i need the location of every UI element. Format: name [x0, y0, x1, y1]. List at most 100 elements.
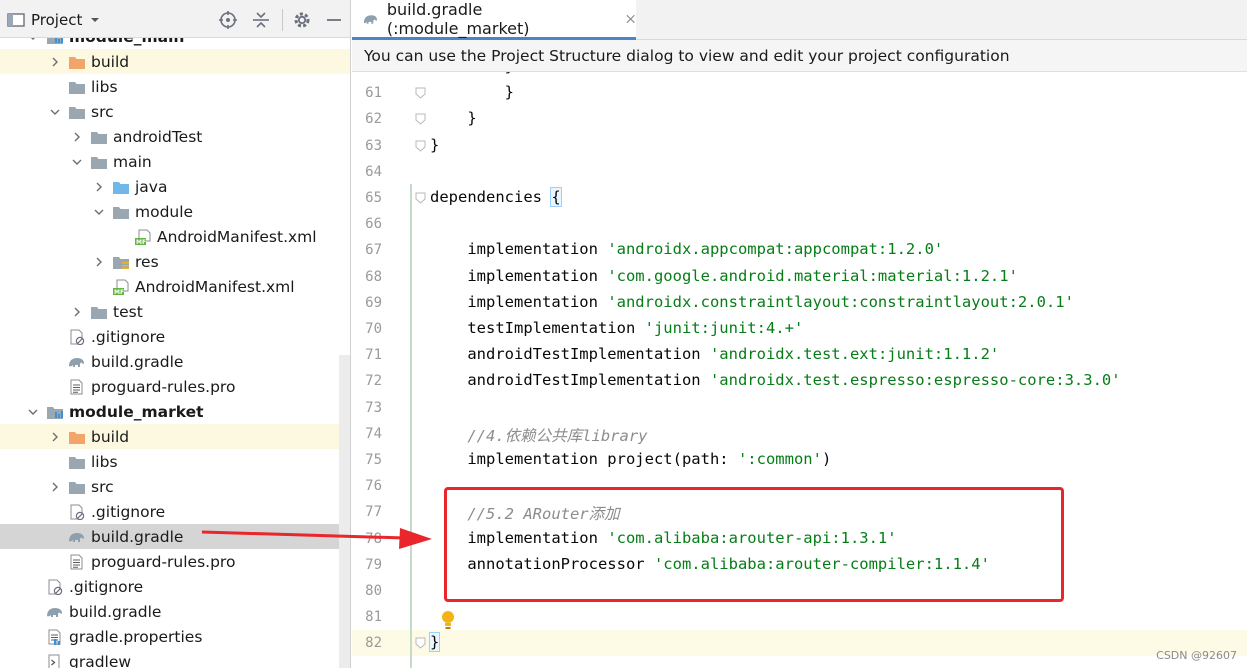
tree-node[interactable]: module	[0, 199, 350, 224]
code-line[interactable]: 69 implementation 'androidx.constraintla…	[352, 290, 1247, 316]
minimize-icon[interactable]	[324, 10, 344, 30]
tree-node[interactable]: MF AndroidManifest.xml	[0, 274, 350, 299]
tree-node[interactable]: .gitignore	[0, 574, 350, 599]
code-line[interactable]: 73	[352, 395, 1247, 421]
code-text: }	[430, 83, 514, 101]
chevron-right-icon[interactable]	[70, 130, 84, 144]
code-line[interactable]: 67 implementation 'androidx.appcompat:ap…	[352, 237, 1247, 263]
folder-icon	[69, 456, 85, 469]
tree-node[interactable]: build	[0, 424, 350, 449]
tree-node[interactable]: .gitignore	[0, 499, 350, 524]
tree-node[interactable]: MF AndroidManifest.xml	[0, 224, 350, 249]
tree-node-label: main	[113, 152, 152, 171]
tree-node[interactable]: libs	[0, 449, 350, 474]
gradle-file-icon	[69, 357, 84, 367]
chevron-right-icon[interactable]	[48, 480, 62, 494]
code-line[interactable]: }	[352, 72, 1247, 80]
code-line[interactable]: 63}	[352, 133, 1247, 159]
close-icon[interactable]	[625, 13, 636, 25]
tree-node-label: libs	[91, 77, 118, 96]
tree-node[interactable]: proguard-rules.pro	[0, 374, 350, 399]
code-line[interactable]: 65 dependencies {	[352, 185, 1247, 211]
code-line[interactable]: 82}	[352, 630, 1247, 657]
tree-node[interactable]: build.gradle	[0, 524, 350, 549]
tree-node[interactable]: proguard-rules.pro	[0, 549, 350, 574]
tree-node[interactable]: gradle.properties	[0, 624, 350, 649]
code-token: }	[430, 72, 514, 75]
tree-node[interactable]: java	[0, 174, 350, 199]
chevron-right-icon[interactable]	[92, 255, 106, 269]
tree-node[interactable]: src	[0, 474, 350, 499]
code-line[interactable]: 78 implementation 'com.alibaba:arouter-a…	[352, 526, 1247, 552]
project-view-selector[interactable]: Project	[7, 10, 100, 30]
code-line[interactable]: 66	[352, 211, 1247, 237]
code-text: implementation project(path: ':common')	[430, 450, 831, 468]
code-line[interactable]: 80	[352, 578, 1247, 604]
tree-node[interactable]: gradlew	[0, 649, 350, 668]
tree-node[interactable]: build	[0, 49, 350, 74]
code-text: implementation 'androidx.constraintlayou…	[430, 293, 1074, 311]
code-line[interactable]: 70 testImplementation 'junit:junit:4.+'	[352, 316, 1247, 342]
text-file-icon	[70, 379, 83, 394]
tree-node[interactable]: .gitignore	[0, 324, 350, 349]
tree-node[interactable]: main	[0, 149, 350, 174]
code-line[interactable]: 77 //5.2 ARouter添加	[352, 499, 1247, 525]
collapse-all-icon[interactable]	[251, 10, 271, 30]
tree-node[interactable]: libs	[0, 74, 350, 99]
code-line[interactable]: 81	[352, 604, 1247, 630]
code-line[interactable]: 68 implementation 'com.google.android.ma…	[352, 264, 1247, 290]
line-number: 82	[365, 635, 382, 652]
tree-node-label: proguard-rules.pro	[91, 377, 236, 396]
chevron-right-icon[interactable]	[92, 180, 106, 194]
tree-node[interactable]: src	[0, 99, 350, 124]
chevron-right-icon[interactable]	[70, 305, 84, 319]
string-literal: 'com.alibaba:arouter-api:1.3.1'	[607, 528, 897, 547]
tab-build-gradle-module-market[interactable]: build.gradle (:module_market)	[352, 0, 636, 40]
code-comment: //5.2 ARouter添加	[430, 505, 620, 524]
fold-marker-icon[interactable]	[415, 637, 426, 650]
chevron-down-icon[interactable]	[26, 405, 40, 419]
fold-marker-icon[interactable]	[415, 113, 426, 126]
chevron-down-icon[interactable]	[48, 105, 62, 119]
locate-target-icon[interactable]	[218, 10, 238, 30]
tree-node[interactable]: build.gradle	[0, 349, 350, 374]
code-line[interactable]: 72 androidTestImplementation 'androidx.t…	[352, 368, 1247, 394]
tree-node[interactable]: module_market	[0, 399, 350, 424]
chevron-right-icon[interactable]	[48, 55, 62, 69]
tree-node[interactable]: test	[0, 299, 350, 324]
chevron-down-icon[interactable]	[92, 205, 106, 219]
tree-node-label: src	[91, 102, 114, 121]
code-line[interactable]: 64	[352, 159, 1247, 185]
line-number: 76	[365, 478, 382, 495]
tree-node-label: build	[91, 427, 130, 446]
code-text: androidTestImplementation 'androidx.test…	[430, 371, 1120, 389]
line-number: 79	[365, 556, 382, 573]
string-literal: 'androidx.appcompat:appcompat:1.2.0'	[607, 240, 944, 259]
tree-node-label: gradle.properties	[69, 627, 203, 646]
code-line[interactable]: 79 annotationProcessor 'com.alibaba:arou…	[352, 552, 1247, 578]
code-line[interactable]: 76	[352, 473, 1247, 499]
resource-folder-icon	[113, 256, 129, 269]
tree-node[interactable]: androidTest	[0, 124, 350, 149]
code-token: implementation	[430, 240, 608, 259]
tree-node[interactable]: res	[0, 249, 350, 274]
fold-marker-icon[interactable]	[415, 87, 426, 99]
code-editor[interactable]: }61 }62 }63}6465dependencies {6667 imple…	[352, 72, 1247, 668]
code-line[interactable]: 75 implementation project(path: ':common…	[352, 447, 1247, 473]
fold-marker-icon[interactable]	[415, 192, 426, 204]
chevron-down-icon[interactable]	[70, 155, 84, 169]
editor-tab-bar: build.gradle (:module_market)	[352, 0, 1247, 40]
code-line[interactable]: 62 }	[352, 106, 1247, 132]
chevron-right-icon[interactable]	[48, 430, 62, 444]
code-line[interactable]: 61 }	[352, 80, 1247, 106]
gear-icon[interactable]	[292, 10, 312, 30]
lightbulb-intention-icon[interactable]	[439, 610, 457, 630]
tree-node[interactable]: build.gradle	[0, 599, 350, 624]
code-text: testImplementation 'junit:junit:4.+'	[430, 319, 803, 337]
code-line[interactable]: 74 //4.依赖公共库library	[352, 421, 1247, 447]
tree-node-label: build.gradle	[69, 602, 162, 621]
code-line[interactable]: 71 androidTestImplementation 'androidx.t…	[352, 342, 1247, 368]
code-token: }	[430, 83, 514, 102]
fold-marker-icon[interactable]	[415, 140, 426, 152]
tree-scrollbar-thumb[interactable]	[339, 355, 350, 668]
